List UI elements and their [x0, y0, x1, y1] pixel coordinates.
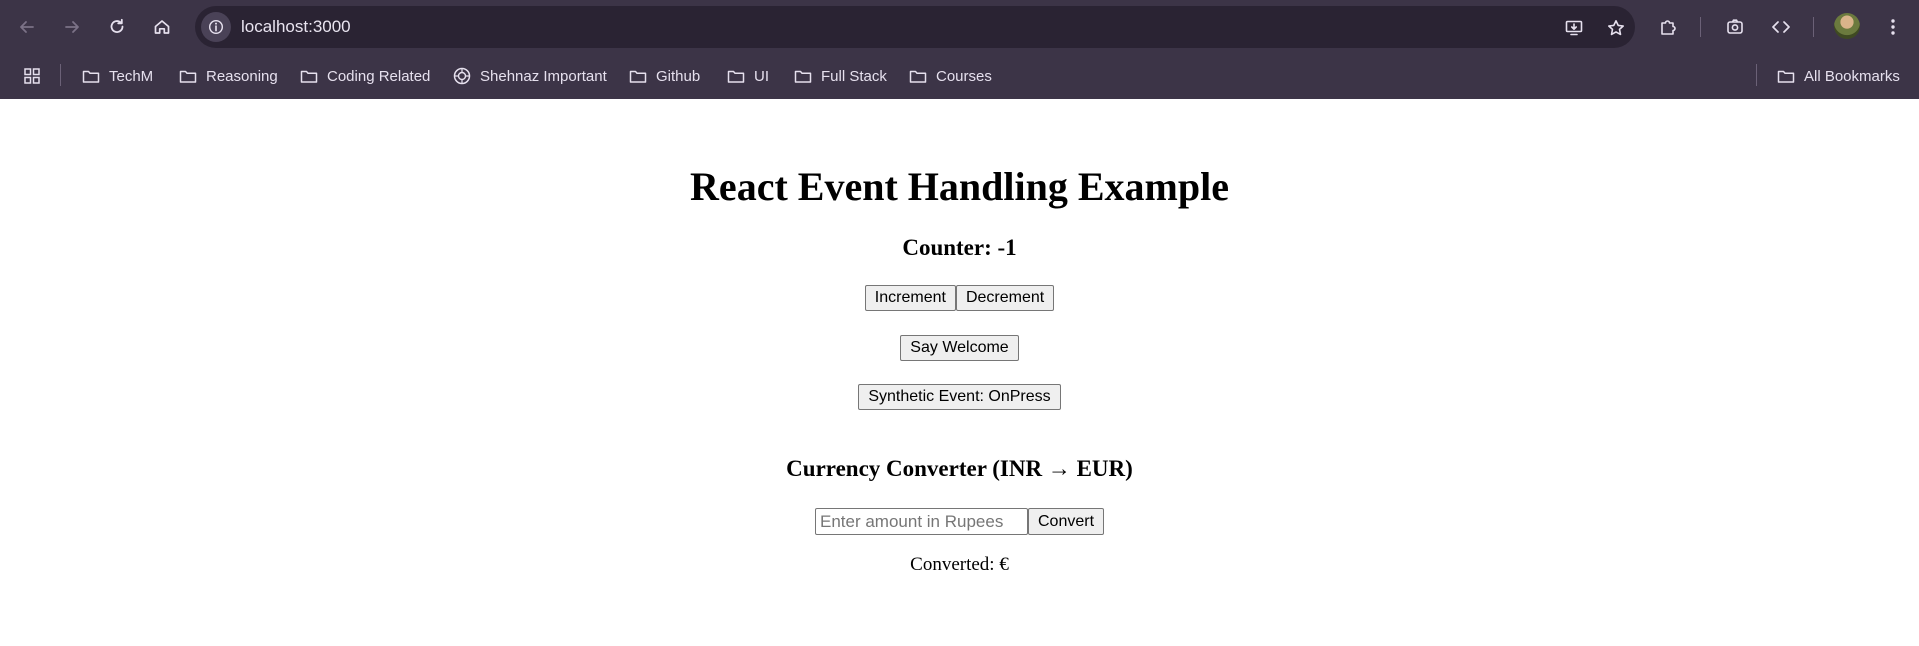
avatar[interactable]: [1834, 13, 1860, 39]
converter-row: Convert: [0, 508, 1919, 535]
page-title: React Event Handling Example: [690, 164, 1229, 209]
folder-icon: [300, 70, 318, 83]
bookmarks-divider: [1756, 64, 1757, 86]
bookmarks-divider: [60, 64, 61, 86]
puzzle-icon[interactable]: [1653, 12, 1683, 42]
url-text[interactable]: localhost:3000: [241, 6, 351, 48]
folder-icon: [629, 70, 647, 83]
bookmark-courses[interactable]: Courses: [908, 63, 992, 89]
all-bookmarks-button[interactable]: All Bookmarks: [1776, 63, 1900, 89]
decrement-button[interactable]: Decrement: [955, 285, 1055, 311]
info-icon[interactable]: [201, 12, 231, 42]
bookmark-ui[interactable]: UI: [726, 63, 769, 89]
all-bookmarks-label: All Bookmarks: [1804, 67, 1900, 85]
kebab-menu-icon[interactable]: [1878, 12, 1908, 42]
synthetic-event-button[interactable]: Synthetic Event: OnPress: [858, 384, 1061, 410]
browser-chrome: localhost:3000 TechM Reasoning Coding Re…: [0, 0, 1919, 99]
counter-label: Counter: -1: [902, 235, 1017, 260]
amount-input[interactable]: [814, 508, 1028, 535]
page-content: React Event Handling Example Counter: -1…: [0, 99, 1919, 646]
folder-icon: [179, 70, 197, 83]
bookmark-label: UI: [754, 67, 769, 85]
reload-icon[interactable]: [101, 11, 133, 43]
welcome-row: Say Welcome: [0, 335, 1919, 361]
apps-grid-icon[interactable]: [22, 63, 42, 89]
bookmark-techm[interactable]: TechM: [81, 63, 153, 89]
globe-icon: [453, 67, 471, 85]
bookmark-label: Coding Related: [327, 67, 431, 85]
convert-button[interactable]: Convert: [1027, 508, 1105, 535]
folder-icon: [909, 70, 927, 83]
folder-icon: [1777, 70, 1795, 83]
toolbar-divider: [1700, 17, 1701, 37]
bookmark-github[interactable]: Github: [628, 63, 700, 89]
counter-buttons: Increment Decrement: [0, 285, 1919, 311]
home-icon[interactable]: [146, 11, 178, 43]
currency-converter-title: Currency Converter (INR → EUR): [786, 456, 1133, 481]
folder-icon: [82, 70, 100, 83]
converted-result: Converted: €: [910, 554, 1009, 575]
bookmark-full-stack[interactable]: Full Stack: [793, 63, 887, 89]
say-welcome-button[interactable]: Say Welcome: [900, 335, 1019, 361]
camera-search-icon[interactable]: [1720, 12, 1750, 42]
folder-icon: [794, 70, 812, 83]
bookmark-label: Full Stack: [821, 67, 887, 85]
synthetic-row: Synthetic Event: OnPress: [0, 384, 1919, 410]
address-bar[interactable]: localhost:3000: [195, 6, 1635, 48]
bookmark-coding-related[interactable]: Coding Related: [299, 63, 430, 89]
bookmark-reasoning[interactable]: Reasoning: [178, 63, 278, 89]
code-icon[interactable]: [1766, 12, 1796, 42]
bookmark-label: TechM: [109, 67, 154, 85]
folder-icon: [727, 70, 745, 83]
browser-toolbar: localhost:3000: [0, 0, 1919, 54]
forward-arrow-icon[interactable]: [56, 11, 88, 43]
install-app-icon[interactable]: [1563, 17, 1585, 39]
bookmark-label: Shehnaz Important: [480, 67, 607, 85]
toolbar-divider: [1813, 17, 1814, 37]
star-icon[interactable]: [1605, 17, 1627, 39]
increment-button[interactable]: Increment: [864, 285, 956, 311]
bookmark-label: Reasoning: [206, 67, 278, 85]
bookmark-label: Github: [656, 67, 701, 85]
bookmark-shehnaz-important[interactable]: Shehnaz Important: [452, 63, 607, 89]
bookmark-label: Courses: [936, 67, 992, 85]
back-arrow-icon[interactable]: [11, 11, 43, 43]
